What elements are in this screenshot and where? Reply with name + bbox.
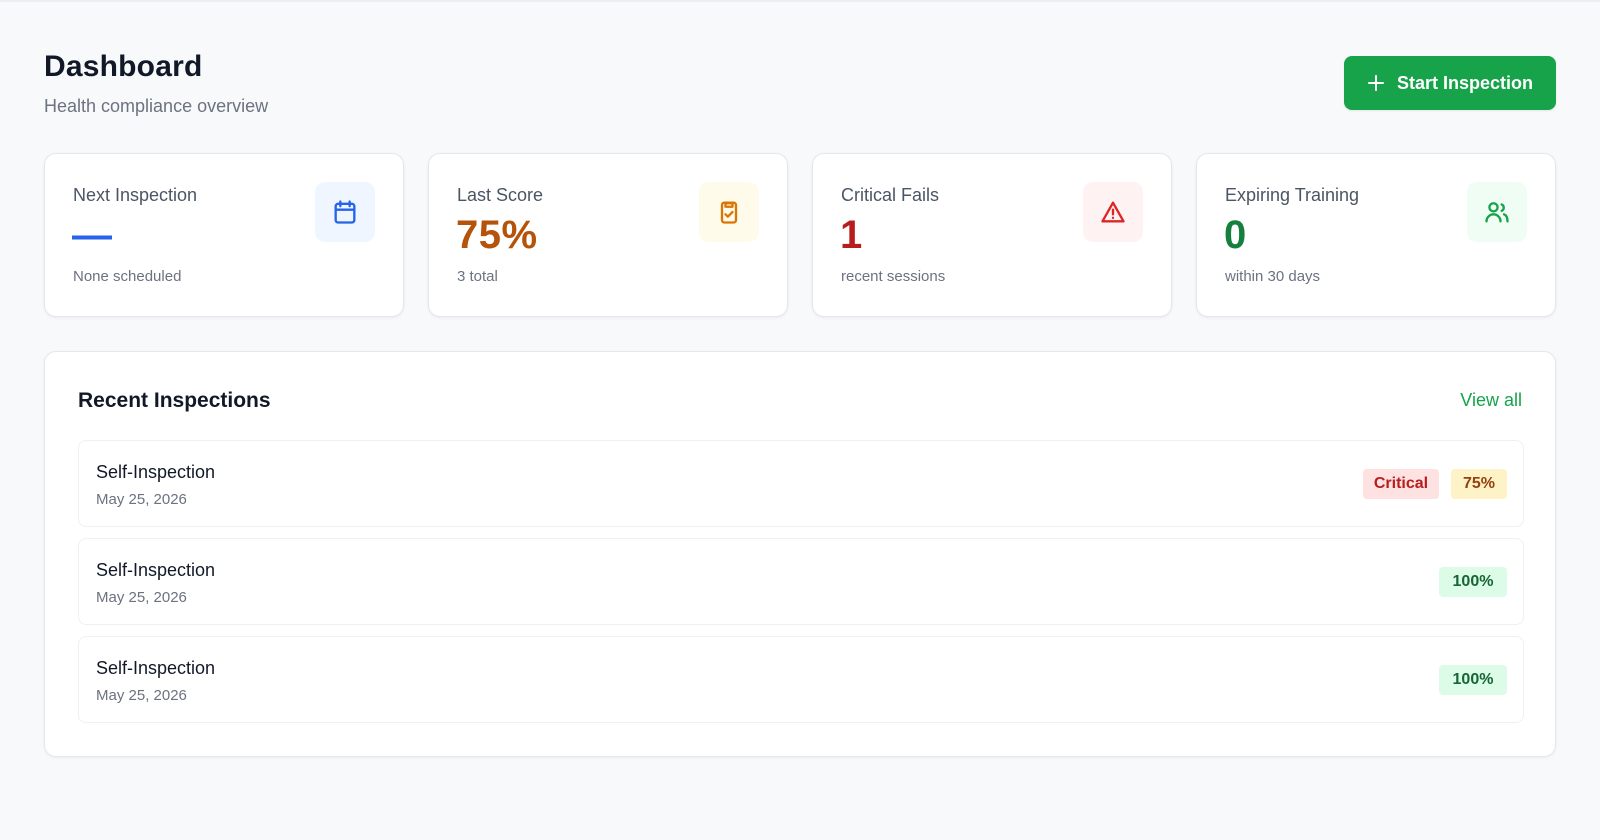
inspection-row[interactable]: Self-Inspection May 25, 2026 100% bbox=[78, 636, 1524, 723]
start-inspection-label: Start Inspection bbox=[1396, 72, 1534, 93]
calendar-icon bbox=[315, 182, 375, 242]
start-inspection-button[interactable]: Start Inspection bbox=[1344, 56, 1556, 110]
inspection-name: Self-Inspection bbox=[96, 658, 216, 678]
recent-inspections-panel: Recent Inspections View all Self-Inspect… bbox=[44, 351, 1556, 757]
stat-note: recent sessions bbox=[841, 268, 946, 285]
users-icon bbox=[1467, 182, 1527, 242]
stat-value: 75% bbox=[456, 213, 538, 257]
dashboard-header: Dashboard Health compliance overview Sta… bbox=[44, 46, 1556, 126]
score-badge: 75% bbox=[1451, 469, 1507, 499]
stat-label: Next Inspection bbox=[73, 185, 198, 205]
stat-note: within 30 days bbox=[1225, 268, 1321, 285]
stat-note: 3 total bbox=[457, 268, 498, 285]
inspection-row[interactable]: Self-Inspection May 25, 2026 Critical 75… bbox=[78, 440, 1524, 527]
stat-value: — bbox=[72, 213, 113, 257]
stat-value: 1 bbox=[840, 213, 863, 257]
dashboard-page: Dashboard Health compliance overview Sta… bbox=[0, 0, 1600, 840]
recent-inspections-list: Self-Inspection May 25, 2026 Critical 75… bbox=[78, 440, 1524, 724]
clipboard-check-icon bbox=[699, 182, 759, 242]
stat-card-next-inspection: Next Inspection — None scheduled bbox=[44, 153, 404, 317]
inspection-badges: 100% bbox=[1439, 665, 1507, 695]
stat-value: 0 bbox=[1224, 213, 1247, 257]
stat-note: None scheduled bbox=[73, 268, 182, 285]
inspection-name: Self-Inspection bbox=[96, 560, 216, 580]
page-subtitle: Health compliance overview bbox=[44, 96, 269, 116]
stat-card-expiring-training: Expiring Training 0 within 30 days bbox=[1196, 153, 1556, 317]
page-title: Dashboard bbox=[44, 50, 203, 83]
inspection-name: Self-Inspection bbox=[96, 462, 216, 482]
recent-inspections-title: Recent Inspections bbox=[78, 389, 271, 412]
inspection-date: May 25, 2026 bbox=[96, 491, 187, 508]
stat-card-critical-fails: Critical Fails 1 recent sessions bbox=[812, 153, 1172, 317]
stat-label: Last Score bbox=[457, 185, 544, 205]
inspection-date: May 25, 2026 bbox=[96, 687, 187, 704]
stat-label: Expiring Training bbox=[1225, 185, 1360, 205]
alert-triangle-icon bbox=[1083, 182, 1143, 242]
inspection-badges: 100% bbox=[1439, 567, 1507, 597]
inspection-row[interactable]: Self-Inspection May 25, 2026 100% bbox=[78, 538, 1524, 625]
inspection-badges: Critical 75% bbox=[1363, 469, 1507, 499]
plus-icon bbox=[1367, 74, 1385, 92]
stat-card-last-score: Last Score 75% 3 total bbox=[428, 153, 788, 317]
view-all-link[interactable]: View all bbox=[1460, 390, 1522, 411]
score-badge: 100% bbox=[1439, 567, 1507, 597]
critical-badge: Critical bbox=[1363, 469, 1439, 499]
stats-grid: Next Inspection — None scheduled Last Sc… bbox=[44, 153, 1556, 317]
score-badge: 100% bbox=[1439, 665, 1507, 695]
stat-label: Critical Fails bbox=[841, 185, 940, 205]
inspection-date: May 25, 2026 bbox=[96, 589, 187, 606]
